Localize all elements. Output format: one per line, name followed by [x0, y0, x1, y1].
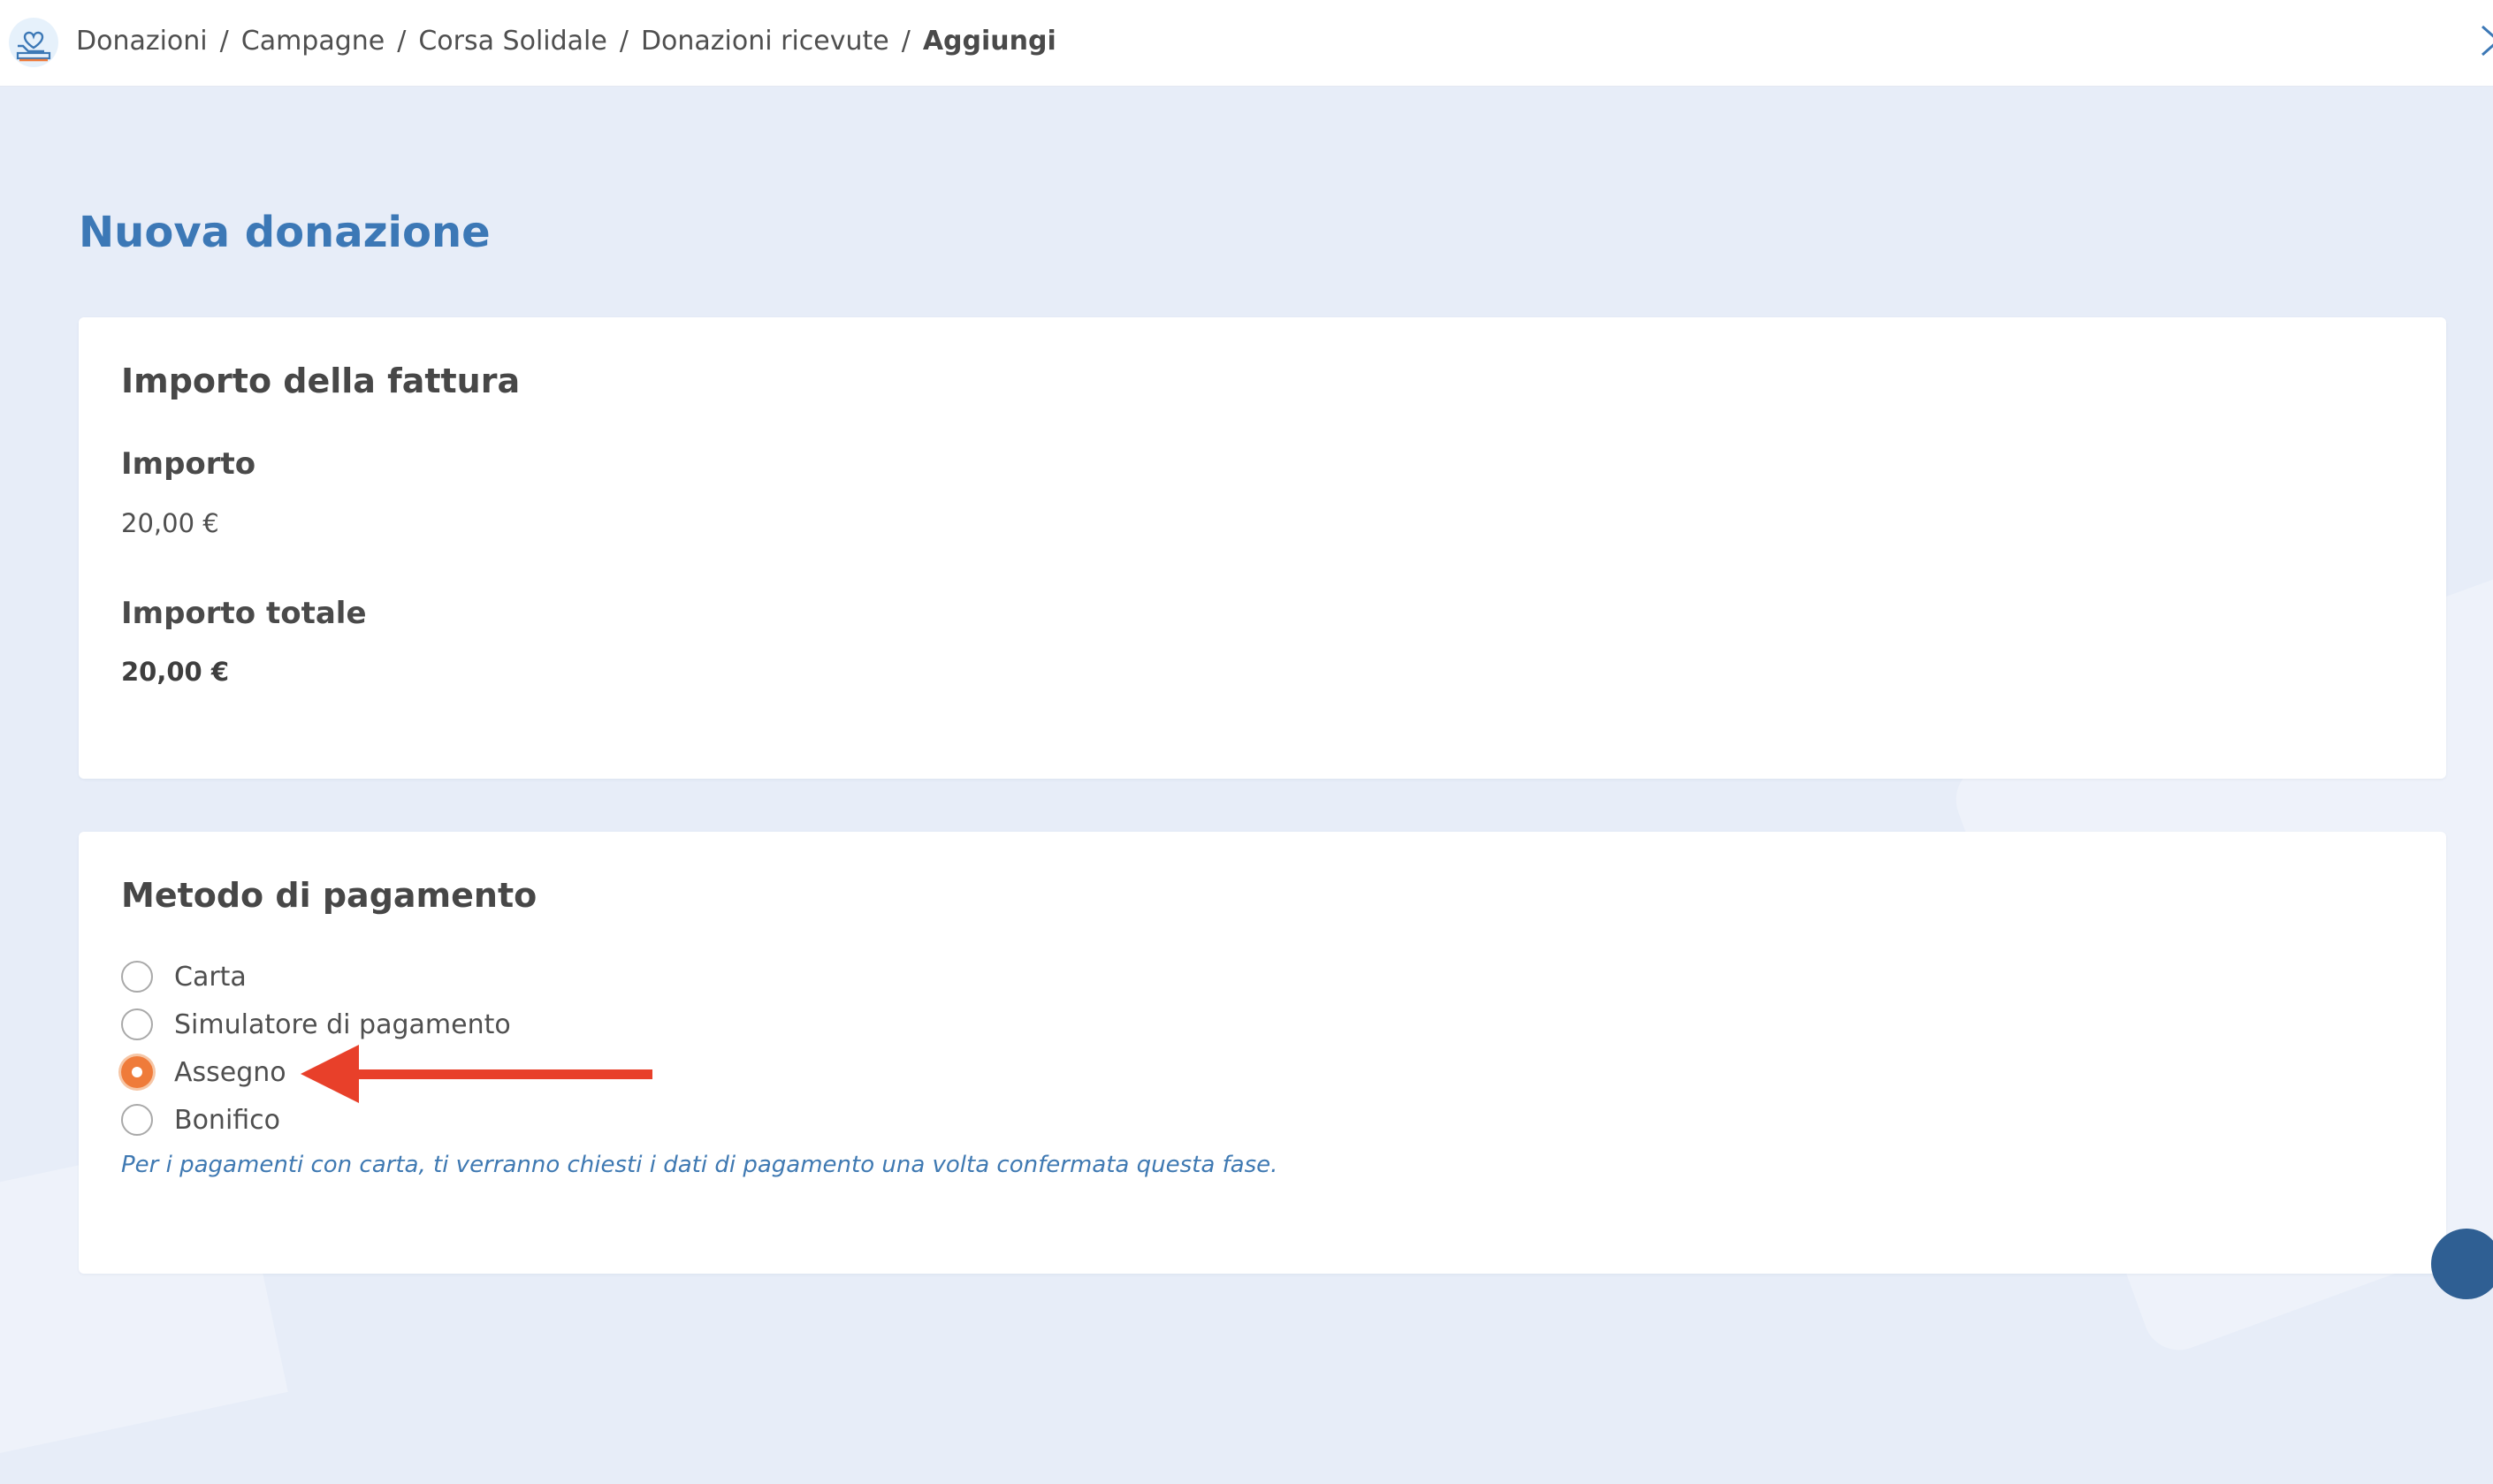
- breadcrumb-corsa-solidale[interactable]: Corsa Solidale: [418, 26, 606, 57]
- page-title: Nuova donazione: [79, 208, 491, 257]
- radio-button[interactable]: [121, 1008, 153, 1040]
- breadcrumb-campagne[interactable]: Campagne: [241, 26, 385, 57]
- payment-hint-text: Per i pagamenti con carta, ti verranno c…: [121, 1152, 1278, 1178]
- radio-label: Assegno: [174, 1056, 286, 1088]
- amount-value: 20,00 €: [121, 508, 219, 538]
- payment-option-simulatore[interactable]: Simulatore di pagamento: [121, 1005, 511, 1044]
- total-amount-label: Importo totale: [121, 596, 367, 631]
- radio-button[interactable]: [121, 1104, 153, 1136]
- top-bar: Donazioni / Campagne / Corsa Solidale / …: [0, 0, 2493, 87]
- invoice-heading: Importo della fattura: [121, 361, 521, 400]
- payment-option-carta[interactable]: Carta: [121, 957, 247, 996]
- breadcrumb-separator: /: [397, 25, 407, 57]
- radio-button-selected[interactable]: [121, 1056, 153, 1088]
- radio-button[interactable]: [121, 961, 153, 993]
- amount-label: Importo: [121, 446, 256, 482]
- radio-label: Bonifico: [174, 1104, 281, 1136]
- radio-label: Carta: [174, 961, 247, 993]
- breadcrumb-separator: /: [219, 25, 229, 57]
- invoice-amount-card: Importo della fattura Importo 20,00 € Im…: [79, 317, 2446, 779]
- breadcrumb-current: Aggiungi: [922, 25, 1056, 57]
- total-amount-value: 20,00 €: [121, 657, 230, 687]
- breadcrumb-donazioni[interactable]: Donazioni: [76, 26, 208, 57]
- payment-option-bonifico[interactable]: Bonifico: [121, 1100, 280, 1139]
- close-icon[interactable]: [2479, 21, 2493, 60]
- payment-option-assegno[interactable]: Assegno: [121, 1053, 286, 1092]
- breadcrumb-donazioni-ricevute[interactable]: Donazioni ricevute: [641, 26, 889, 57]
- breadcrumb: Donazioni / Campagne / Corsa Solidale / …: [76, 21, 1056, 60]
- breadcrumb-separator: /: [901, 25, 911, 57]
- help-chat-icon[interactable]: [2431, 1229, 2493, 1299]
- heart-hand-icon[interactable]: [9, 18, 58, 67]
- payment-method-heading: Metodo di pagamento: [121, 876, 537, 915]
- annotation-arrow-icon: [301, 1043, 654, 1108]
- breadcrumb-separator: /: [619, 25, 629, 57]
- radio-label: Simulatore di pagamento: [174, 1008, 511, 1040]
